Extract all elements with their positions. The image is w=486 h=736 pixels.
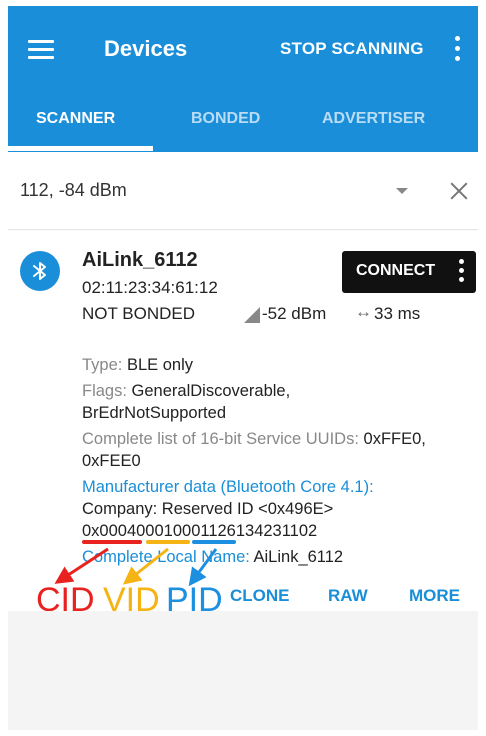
dropdown-triangle-icon[interactable] (396, 188, 408, 194)
vid-arrow (122, 547, 169, 585)
device-card[interactable]: AiLink_6112 02:11:23:34:61:12 NOT BONDED… (8, 231, 478, 619)
tab-scanner[interactable]: SCANNER (36, 110, 115, 128)
app-screen: Devices STOP SCANNING SCANNER BONDED ADV… (8, 6, 478, 730)
scan-filter-bar[interactable]: 112, -84 dBm (8, 152, 478, 230)
close-icon[interactable] (448, 180, 470, 202)
tab-bonded[interactable]: BONDED (191, 110, 260, 128)
pid-arrow (188, 548, 218, 587)
hamburger-menu-icon[interactable] (28, 40, 54, 60)
active-tab-indicator (8, 146, 153, 151)
raw-button[interactable]: RAW (328, 586, 368, 606)
filter-summary: 112, -84 dBm (20, 180, 127, 200)
annotation-arrows (54, 547, 218, 587)
tab-advertiser[interactable]: ADVERTISER (322, 110, 425, 128)
page-title: Devices (104, 36, 188, 61)
more-button[interactable]: MORE (409, 586, 460, 606)
device-list-empty-area (8, 611, 478, 730)
app-bar: Devices STOP SCANNING SCANNER BONDED ADV… (8, 6, 478, 152)
overflow-menu-icon[interactable] (452, 36, 462, 64)
cid-arrow (54, 547, 109, 584)
stop-scanning-button[interactable]: STOP SCANNING (280, 39, 424, 59)
clone-button[interactable]: CLONE (230, 586, 290, 606)
